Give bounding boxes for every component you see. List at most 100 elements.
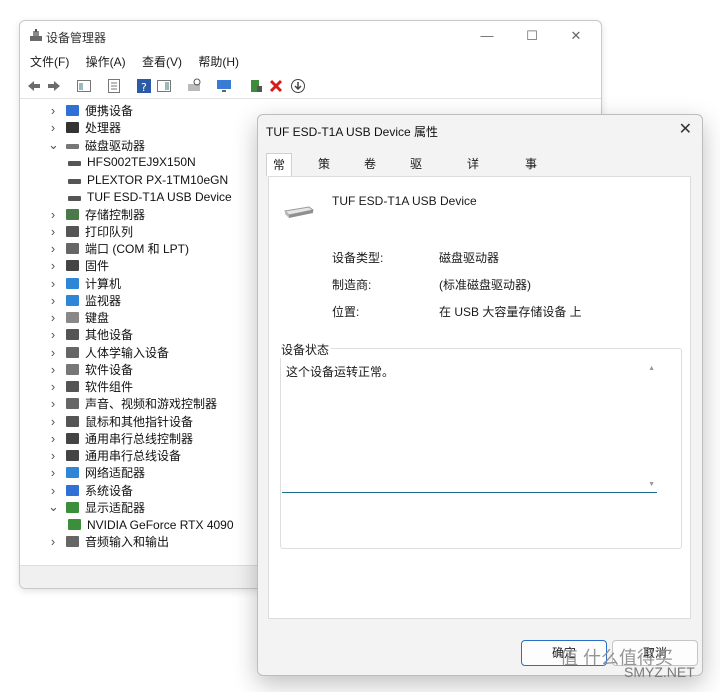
tree-item[interactable]: ⌄ 显示适配器: [48, 499, 145, 516]
window-title: 设备管理器: [46, 31, 107, 45]
chevron-right-icon[interactable]: ›: [48, 431, 58, 446]
tree-item[interactable]: › 便携设备: [48, 102, 133, 119]
monitor-icon[interactable]: [216, 78, 232, 94]
tree-item[interactable]: › 音频输入和输出: [48, 533, 169, 550]
location-value: 在 USB 大容量存储设备 上: [439, 305, 582, 319]
tree-item[interactable]: › 计算机: [48, 275, 121, 292]
scroll-up-icon[interactable]: ▲: [648, 365, 655, 372]
tree-item[interactable]: › 系统设备: [48, 482, 133, 499]
tree-item-label: 固件: [85, 259, 110, 274]
manufacturer-value: (标准磁盘驱动器): [439, 278, 531, 292]
system-device-icon: [66, 484, 79, 496]
tab-volumes[interactable]: 卷: [364, 153, 376, 175]
tree-item-label: 键盘: [85, 311, 110, 325]
menu-help[interactable]: 帮助(H): [198, 53, 239, 70]
tree-item[interactable]: NVIDIA GeForce RTX 4090: [68, 516, 234, 533]
chevron-right-icon[interactable]: ›: [48, 258, 58, 273]
chevron-right-icon[interactable]: ›: [48, 103, 58, 118]
tab-details[interactable]: 详细信息: [467, 153, 479, 237]
tab-general[interactable]: 常规: [266, 153, 293, 194]
network-icon: [66, 467, 79, 479]
maximize-button[interactable]: ☐: [516, 27, 548, 45]
tree-item[interactable]: › 声音、视频和游戏控制器: [48, 395, 217, 412]
device-status-textbox[interactable]: 这个设备运转正常。 ▲ ▼: [282, 357, 657, 493]
tree-item[interactable]: › 通用串行总线设备: [48, 447, 181, 464]
properties-dialog: TUF ESD-T1A USB Device 属性 ✕ 常规 策略 卷 驱动程序…: [257, 114, 703, 676]
tree-item[interactable]: › 网络适配器: [48, 464, 145, 481]
tree-item[interactable]: › 软件设备: [48, 361, 133, 378]
tree-item[interactable]: › 端口 (COM 和 LPT): [48, 240, 189, 257]
update-driver-icon[interactable]: [248, 78, 264, 94]
chevron-right-icon[interactable]: ›: [48, 327, 58, 342]
chevron-down-icon[interactable]: ⌄: [48, 499, 59, 515]
show-hide-console-tree-icon[interactable]: [76, 78, 92, 94]
menu-file[interactable]: 文件(F): [30, 53, 69, 70]
tree-item-label: 计算机: [85, 276, 122, 291]
disk-drive-icon: [66, 144, 79, 149]
dialog-close-icon[interactable]: ✕: [679, 119, 692, 139]
chevron-right-icon[interactable]: ›: [48, 483, 58, 498]
download-circle-icon[interactable]: [290, 78, 306, 94]
tree-item[interactable]: › 打印队列: [48, 223, 133, 240]
forward-arrow-icon[interactable]: [46, 78, 62, 94]
chevron-right-icon[interactable]: ›: [48, 207, 58, 222]
close-button[interactable]: ✕: [560, 27, 592, 45]
title-bar: 设备管理器 — ☐ ✕: [20, 21, 601, 51]
chevron-right-icon[interactable]: ›: [48, 379, 58, 394]
hid-icon: [66, 346, 79, 358]
tree-item-label: 人体学输入设备: [85, 345, 170, 360]
computer-icon: [66, 277, 79, 289]
tree-item[interactable]: › 其他设备: [48, 326, 133, 343]
chevron-right-icon[interactable]: ›: [48, 310, 58, 325]
chevron-right-icon[interactable]: ›: [48, 345, 58, 360]
chevron-down-icon[interactable]: ⌄: [48, 137, 59, 153]
sound-icon: [66, 398, 79, 410]
chevron-right-icon[interactable]: ›: [48, 465, 58, 480]
chevron-right-icon[interactable]: ›: [48, 534, 58, 549]
minimize-button[interactable]: —: [471, 27, 503, 45]
tree-item[interactable]: TUF ESD-T1A USB Device: [68, 188, 232, 205]
tab-driver[interactable]: 驱动程序: [410, 153, 422, 237]
tree-item[interactable]: › 通用串行总线控制器: [48, 430, 193, 447]
tree-item[interactable]: › 存储控制器: [48, 206, 145, 223]
chevron-right-icon[interactable]: ›: [48, 396, 58, 411]
chevron-right-icon[interactable]: ›: [48, 414, 58, 429]
menu-action[interactable]: 操作(A): [86, 53, 126, 70]
uninstall-red-x-icon[interactable]: [268, 78, 284, 94]
tree-item[interactable]: › 监视器: [48, 292, 121, 309]
tab-events[interactable]: 事件: [525, 153, 537, 193]
chevron-right-icon[interactable]: ›: [48, 120, 58, 135]
help-icon[interactable]: ?: [136, 78, 152, 94]
chevron-right-icon[interactable]: ›: [48, 224, 58, 239]
tree-item[interactable]: › 鼠标和其他指针设备: [48, 413, 193, 430]
chevron-right-icon[interactable]: ›: [48, 276, 58, 291]
manufacturer-label: 制造商:: [332, 278, 372, 292]
tree-item[interactable]: › 键盘: [48, 309, 109, 326]
watermark-site: SMYZ.NET: [624, 664, 695, 680]
chevron-right-icon[interactable]: ›: [48, 241, 58, 256]
tree-item[interactable]: › 固件: [48, 257, 109, 274]
tree-item-label: 端口 (COM 和 LPT): [85, 242, 189, 256]
chevron-right-icon[interactable]: ›: [48, 293, 58, 308]
scan-hardware-icon[interactable]: [186, 78, 202, 94]
tree-item[interactable]: HFS002TEJ9X150N: [68, 154, 196, 171]
menu-view[interactable]: 查看(V): [142, 53, 182, 70]
tab-policies[interactable]: 策略: [318, 153, 330, 193]
scroll-down-icon[interactable]: ▼: [648, 481, 655, 488]
properties-icon[interactable]: [106, 78, 122, 94]
tree-item-label: 处理器: [85, 121, 122, 136]
tree-item[interactable]: PLEXTOR PX-1TM10eGN: [68, 171, 228, 188]
chevron-right-icon[interactable]: ›: [48, 362, 58, 377]
tree-item[interactable]: › 软件组件: [48, 378, 133, 395]
tree-item-label: 系统设备: [85, 483, 134, 498]
tree-item[interactable]: ⌄ 磁盘驱动器: [48, 137, 145, 154]
disk-icon: [68, 161, 81, 167]
action-pane-icon[interactable]: [156, 78, 172, 94]
tree-item[interactable]: › 处理器: [48, 119, 121, 136]
svg-text:?: ?: [141, 81, 147, 94]
mouse-icon: [66, 415, 79, 427]
back-arrow-icon[interactable]: [26, 78, 42, 94]
chevron-right-icon[interactable]: ›: [48, 448, 58, 463]
tree-item[interactable]: › 人体学输入设备: [48, 344, 169, 361]
tree-item-label: 通用串行总线设备: [85, 449, 182, 463]
